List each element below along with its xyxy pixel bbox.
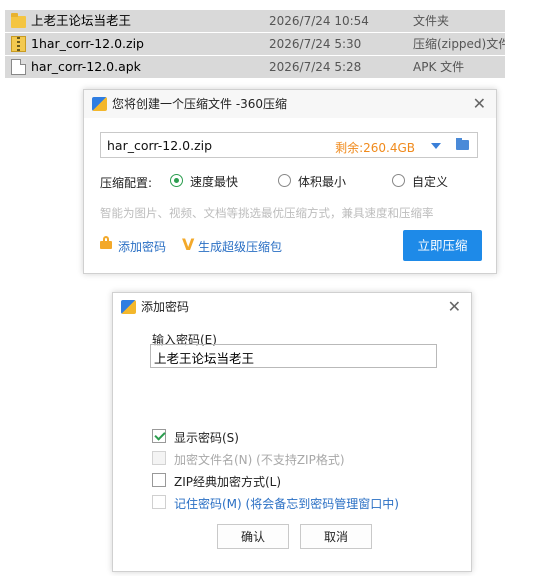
vip-v-icon: V bbox=[182, 235, 195, 254]
close-icon[interactable]: ✕ bbox=[473, 90, 486, 118]
file-type: 文件夹 bbox=[413, 14, 450, 28]
360-compress-app-icon bbox=[121, 300, 136, 314]
radio-label: 自定义 bbox=[412, 175, 449, 189]
apk-file-icon bbox=[11, 59, 26, 75]
radio-circle-checked bbox=[170, 174, 183, 187]
file-name: har_corr-12.0.apk bbox=[31, 59, 141, 74]
output-path-field[interactable]: har_corr-12.0.zip 剩余:260.4GB bbox=[100, 132, 478, 158]
file-date: 2026/7/24 5:28 bbox=[269, 60, 362, 74]
file-type: APK 文件 bbox=[413, 60, 465, 74]
password-dialog-title: 添加密码 bbox=[141, 300, 190, 314]
compress-dialog-titlebar[interactable]: 您将创建一个压缩文件 -360压缩 ✕ bbox=[84, 90, 496, 118]
free-space-label: 剩余:260.4GB bbox=[335, 141, 415, 155]
checkbox-disabled-icon bbox=[152, 451, 166, 465]
cancel-button[interactable]: 取消 bbox=[300, 524, 372, 549]
radio-circle bbox=[392, 174, 405, 187]
dropdown-arrow-icon[interactable] bbox=[431, 143, 441, 149]
checkbox-checked-icon bbox=[152, 429, 166, 443]
checkbox-label: 记住密码(M) (将会备忘到密码管理窗口中) bbox=[174, 497, 399, 511]
compress-dialog-title: 您将创建一个压缩文件 -360压缩 bbox=[112, 97, 288, 111]
password-input[interactable]: 上老王论坛当老王 bbox=[150, 344, 437, 368]
folder-icon bbox=[11, 13, 26, 28]
file-row-zip[interactable]: 1har_corr-12.0.zip 2026/7/24 5:30 压缩(zip… bbox=[5, 33, 505, 55]
file-date: 2026/7/24 10:54 bbox=[269, 14, 369, 28]
compress-config-label: 压缩配置: bbox=[100, 176, 153, 190]
file-row-apk[interactable]: har_corr-12.0.apk 2026/7/24 5:28 APK 文件 bbox=[5, 56, 505, 78]
super-package-label: 生成超级压缩包 bbox=[198, 240, 283, 254]
radio-circle bbox=[278, 174, 291, 187]
compress-dialog: 您将创建一个压缩文件 -360压缩 ✕ har_corr-12.0.zip 剩余… bbox=[83, 89, 497, 274]
compress-hint-text: 智能为图片、视频、文档等挑选最优压缩方式，兼具速度和压缩率 bbox=[100, 206, 434, 220]
confirm-button[interactable]: 确认 bbox=[217, 524, 289, 549]
password-dialog: 添加密码 ✕ 输入密码(E) 上老王论坛当老王 显示密码(S) 加密文件名(N)… bbox=[112, 292, 472, 572]
file-name: 上老王论坛当老王 bbox=[31, 13, 132, 28]
file-list: 上老王论坛当老王 2026/7/24 10:54 文件夹 1har_corr-1… bbox=[5, 10, 505, 79]
file-row-folder[interactable]: 上老王论坛当老王 2026/7/24 10:54 文件夹 bbox=[5, 10, 505, 32]
radio-label: 体积最小 bbox=[298, 175, 347, 189]
checkbox-label: ZIP经典加密方式(L) bbox=[174, 475, 282, 489]
checkbox-icon bbox=[152, 473, 166, 487]
password-dialog-titlebar[interactable]: 添加密码 ✕ bbox=[113, 293, 471, 321]
360-compress-app-icon bbox=[92, 97, 107, 111]
output-path-value: har_corr-12.0.zip bbox=[107, 138, 213, 153]
checkbox-label: 加密文件名(N) (不支持ZIP格式) bbox=[174, 453, 345, 467]
file-name: 1har_corr-12.0.zip bbox=[31, 36, 144, 51]
radio-label: 速度最快 bbox=[190, 175, 239, 189]
browse-folder-icon[interactable] bbox=[456, 138, 469, 150]
file-type: 压缩(zipped)文件 bbox=[413, 37, 505, 51]
checkbox-icon bbox=[152, 495, 166, 509]
zip-file-icon bbox=[11, 36, 26, 52]
checkbox-label: 显示密码(S) bbox=[174, 431, 239, 445]
compress-config-row: 压缩配置: 速度最快 体积最小 自定义 bbox=[100, 172, 480, 192]
add-password-label: 添加密码 bbox=[118, 240, 167, 254]
lock-icon bbox=[100, 236, 112, 250]
file-date: 2026/7/24 5:30 bbox=[269, 37, 362, 51]
compress-now-button[interactable]: 立即压缩 bbox=[403, 230, 482, 261]
close-icon[interactable]: ✕ bbox=[448, 293, 461, 321]
